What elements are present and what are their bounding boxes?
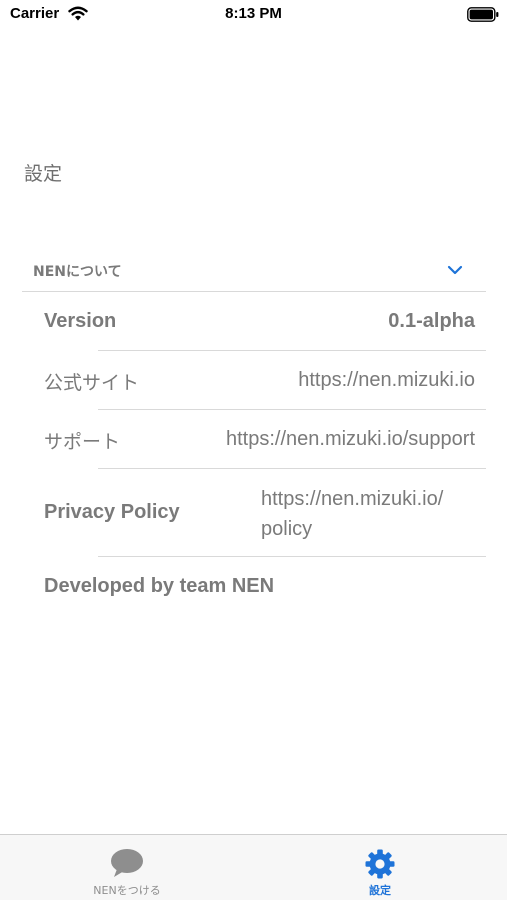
chevron-down-icon [447, 265, 463, 275]
official-site-link[interactable]: https://nen.mizuki.io [298, 369, 475, 392]
tab-settings-label: 設定 [369, 884, 391, 897]
battery-icon [467, 7, 499, 22]
about-section-header[interactable]: NENについて [22, 252, 486, 292]
developer-credit-label: Developed by team NEN [44, 575, 275, 597]
tab-nen-label: NENをつける [93, 884, 161, 897]
privacy-policy-link[interactable]: https://nen.mizuki.io/ policy [261, 484, 443, 544]
official-site-row[interactable]: 公式サイト https://nen.mizuki.io [44, 351, 486, 410]
speech-bubble-icon [111, 849, 143, 877]
privacy-policy-link-line1: https://nen.mizuki.io/ [261, 488, 444, 510]
tab-settings[interactable]: 設定 [320, 835, 440, 900]
tab-bar: NENをつける 設定 [0, 834, 507, 900]
version-value: 0.1-alpha [388, 310, 475, 332]
official-site-label: 公式サイト [44, 372, 140, 394]
privacy-policy-link-line2: policy [261, 518, 313, 540]
support-label: サポート [44, 431, 121, 453]
version-label: Version [44, 310, 117, 332]
clock-time: 8:13 PM [225, 5, 282, 22]
developer-credit-row: Developed by team NEN [44, 557, 486, 615]
privacy-policy-label: Privacy Policy [44, 501, 180, 523]
support-row[interactable]: サポート https://nen.mizuki.io/support [44, 410, 486, 469]
tab-nen[interactable]: NENをつける [67, 835, 187, 900]
page-title: 設定 [24, 163, 63, 185]
privacy-policy-row[interactable]: Privacy Policy https://nen.mizuki.io/ po… [44, 469, 486, 556]
section-header-label: NENについて [33, 264, 122, 280]
support-link[interactable]: https://nen.mizuki.io/support [226, 428, 475, 451]
status-bar: Carrier 8:13 PM [0, 0, 507, 30]
version-row: Version 0.1-alpha [44, 293, 486, 351]
gear-icon [365, 849, 395, 879]
